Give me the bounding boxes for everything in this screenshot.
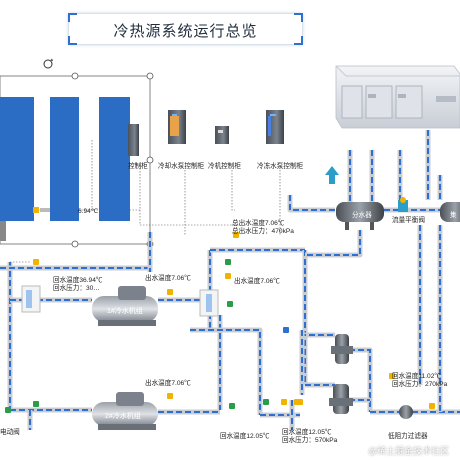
separator-label: 分水器 <box>352 212 372 219</box>
up-arrow-icon <box>325 166 339 184</box>
title-panel: 冷热源系统运行总览 <box>68 13 303 45</box>
sensor-icon[interactable] <box>167 289 173 295</box>
cabinet-cut <box>128 124 139 156</box>
pipe-segment <box>287 195 335 213</box>
exchanger-left <box>21 285 41 313</box>
valve-icon[interactable] <box>227 301 233 307</box>
return-press-1: 回水压力：30… <box>53 285 100 292</box>
pump-2[interactable] <box>329 384 353 414</box>
tower-valve-icon[interactable] <box>33 207 50 213</box>
sensor-icon[interactable] <box>33 259 39 265</box>
pipe-flow-line <box>190 329 261 415</box>
valve-icon[interactable] <box>283 327 289 333</box>
valve-icon[interactable] <box>229 403 235 409</box>
collector-label: 集 <box>450 212 457 219</box>
filter-icon <box>399 405 413 419</box>
supply-temp-a: 出水温度7.06℃ <box>145 275 191 282</box>
tower-temp-reading: 6.94℃ <box>78 208 99 215</box>
pipe-segment <box>190 327 263 415</box>
valve-icon[interactable] <box>263 399 269 405</box>
watermark: @稀土掘金技术社区 <box>368 446 450 456</box>
balance-valve-label: 流量平衡阀 <box>392 217 425 224</box>
cabinet-cooling-pump <box>168 110 186 144</box>
supply-main-press: 总出水压力：470kPa <box>232 228 294 235</box>
sensor-icon[interactable] <box>281 399 287 405</box>
cabinet-chilled-pump-label: 冷冻水泵控制柜 <box>257 163 304 170</box>
motor-valve-label: 电动阀 <box>0 429 20 436</box>
cabinet-chiller-label: 冷机控制柜 <box>208 163 241 170</box>
sensor-icon[interactable] <box>167 393 173 399</box>
supply-temp-b: 出水温度7.06℃ <box>234 278 280 285</box>
supply-temp-c: 出水温度7.06℃ <box>145 380 191 387</box>
page-title: 冷热源系统运行总览 <box>113 23 258 40</box>
chiller-1-label: 1#冷水机组 <box>107 308 143 315</box>
pipe-flow-line <box>305 230 361 256</box>
exchanger-right <box>199 289 219 317</box>
valve-icon[interactable] <box>225 259 231 265</box>
rotate-handle-icon[interactable] <box>43 58 53 69</box>
return-temp-bottom: 回水温度12.05℃ <box>220 433 270 440</box>
pump-1[interactable] <box>331 334 353 364</box>
cabinet-chiller <box>215 126 229 144</box>
valve-icon[interactable] <box>33 401 39 407</box>
system-diagram <box>0 58 460 430</box>
sensor-icon[interactable] <box>225 273 231 279</box>
filter-label: 低阻力过滤器 <box>388 433 428 440</box>
cooling-tower-panels <box>0 97 130 241</box>
valve-icon[interactable] <box>5 407 11 413</box>
chiller-2-label: 2#冷水机组 <box>105 413 141 420</box>
sensor-icon[interactable] <box>297 399 303 405</box>
cabinet-cooling-pump-label: 冷却水泵控制柜 <box>158 163 205 170</box>
cabinet-cut-label: 控制柜 <box>128 163 148 170</box>
pipe-segment <box>305 230 363 258</box>
return-press-right: 回水压力：270kPa <box>392 381 448 388</box>
sensor-icon[interactable] <box>429 403 435 409</box>
cabinet-chilled-pump <box>266 110 284 144</box>
return-press-mid: 回水压力：570kPa <box>282 437 338 444</box>
air-handling-unit <box>335 65 460 129</box>
